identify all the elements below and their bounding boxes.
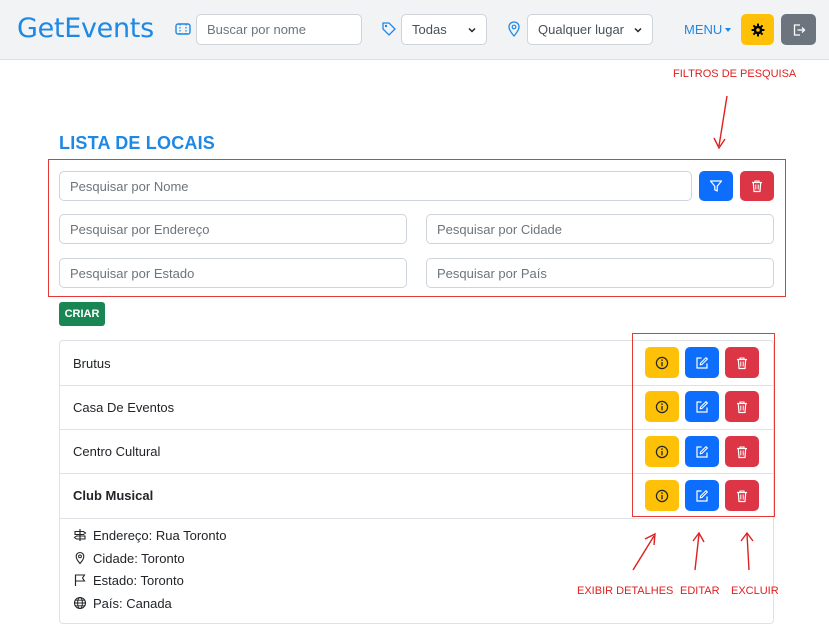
clear-filter-button[interactable]: [740, 171, 774, 201]
trash-icon: [737, 489, 747, 502]
gear-icon: [751, 23, 764, 36]
detail-state-text: Estado: Toronto: [93, 573, 184, 588]
annotation-edit-label: EDITAR: [680, 585, 720, 597]
details-button[interactable]: [645, 347, 679, 378]
annotation-arrow-down-icon: [713, 95, 728, 150]
trash-icon: [737, 445, 747, 458]
menu-dropdown[interactable]: MENU: [684, 22, 732, 37]
flag-icon: [74, 574, 86, 586]
delete-button[interactable]: [725, 391, 759, 422]
annotation-filters-label: FILTROS DE PESQUISA: [673, 68, 797, 80]
edit-icon: [696, 445, 708, 458]
apply-filter-button[interactable]: [699, 171, 733, 201]
edit-icon: [696, 489, 708, 502]
trash-icon: [737, 356, 747, 369]
logout-button[interactable]: [781, 14, 816, 45]
settings-button[interactable]: [741, 14, 774, 45]
annotation-details-label: EXIBIR DETALHES: [577, 585, 674, 597]
filter-country-input[interactable]: Pesquisar por País: [426, 258, 774, 288]
location-pin-icon: [75, 551, 85, 565]
detail-city-text: Cidade: Toronto: [93, 551, 185, 566]
menu-label: MENU: [684, 22, 723, 37]
top-navbar: GetEvents Buscar por nome Todas Qualquer…: [0, 0, 829, 60]
info-icon: [655, 489, 669, 502]
caret-down-icon: [725, 28, 732, 32]
create-button[interactable]: CRIAR: [59, 302, 105, 326]
place-name: Centro Cultural: [73, 444, 161, 459]
details-button[interactable]: [645, 480, 679, 511]
brand-logo[interactable]: GetEvents: [17, 13, 154, 44]
annotation-arrow-up-icon: [692, 531, 705, 571]
details-button[interactable]: [645, 391, 679, 422]
info-icon: [655, 356, 669, 369]
annotation-delete-label: EXCLUIR: [731, 585, 779, 597]
annotation-arrow-up-icon: [632, 532, 656, 571]
filter-city-input[interactable]: Pesquisar por Cidade: [426, 214, 774, 244]
filter-name-input[interactable]: Pesquisar por Nome: [59, 171, 692, 201]
edit-button[interactable]: [685, 436, 719, 467]
location-pin-icon: [508, 21, 520, 37]
edit-icon: [696, 356, 708, 369]
trash-icon: [737, 400, 747, 413]
annotation-arrow-up-icon: [740, 531, 754, 571]
edit-button[interactable]: [685, 347, 719, 378]
edit-button[interactable]: [685, 391, 719, 422]
filter-icon: [709, 180, 723, 192]
place-name: Club Musical: [73, 488, 154, 503]
info-icon: [655, 445, 669, 458]
page-title: LISTA DE LOCAIS: [59, 133, 215, 153]
delete-button[interactable]: [725, 436, 759, 467]
filter-state-input[interactable]: Pesquisar por Estado: [59, 258, 407, 288]
signpost-icon: [73, 529, 87, 541]
delete-button[interactable]: [725, 347, 759, 378]
edit-button[interactable]: [685, 480, 719, 511]
logout-icon: [793, 23, 805, 36]
detail-address-text: Endereço: Rua Toronto: [93, 528, 227, 543]
chevron-down-icon: [634, 27, 642, 33]
detail-country-text: País: Canada: [93, 596, 172, 611]
delete-button[interactable]: [725, 480, 759, 511]
place-name: Casa De Eventos: [73, 400, 175, 415]
trash-icon: [752, 180, 762, 193]
tag-icon: [382, 22, 396, 36]
globe-icon: [73, 596, 87, 610]
navbar-search-input[interactable]: Buscar por nome: [196, 14, 362, 45]
chevron-down-icon: [468, 27, 476, 33]
filter-address-input[interactable]: Pesquisar por Endereço: [59, 214, 407, 244]
place-name: Brutus: [73, 356, 111, 371]
location-select[interactable]: Qualquer lugar: [527, 14, 653, 45]
ticket-icon: [175, 23, 191, 35]
category-select[interactable]: Todas: [401, 14, 487, 45]
divider: [60, 518, 760, 519]
location-select-value: Qualquer lugar: [538, 22, 624, 37]
edit-icon: [696, 400, 708, 413]
category-select-value: Todas: [412, 22, 447, 37]
info-icon: [655, 400, 669, 413]
details-button[interactable]: [645, 436, 679, 467]
